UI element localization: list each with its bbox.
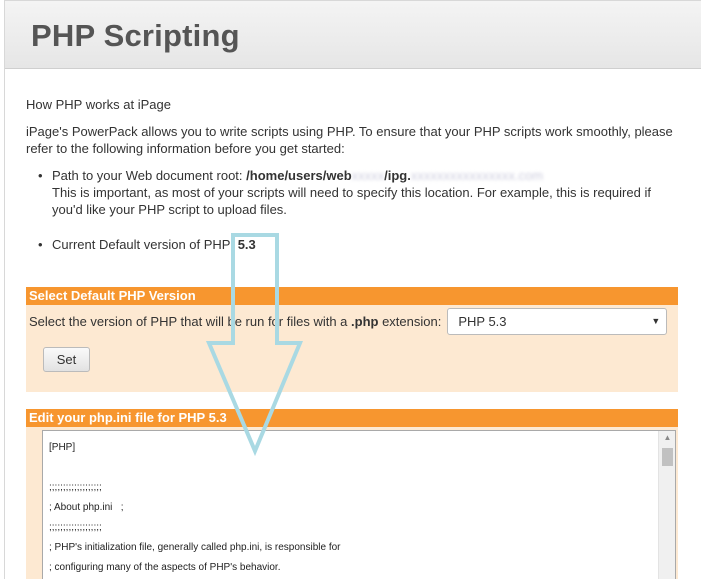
intro-content: How PHP works at iPage iPage's PowerPack… [26, 96, 674, 261]
docroot-label: Path to your Web document root: [52, 168, 247, 183]
page-title: PHP Scripting [31, 18, 240, 53]
chevron-down-icon: ▼ [651, 316, 661, 326]
select-version-header: Select Default PHP Version [26, 287, 678, 305]
ini-line: ;;;;;;;;;;;;;;;;;;; [49, 522, 102, 533]
version-item: Current Default version of PHP: 5.3 [36, 236, 674, 253]
select-label-ext: .php [351, 314, 379, 329]
ini-lines: [PHP] ;;;;;;;;;;;;;;;;;;; ; About php.in… [49, 438, 341, 578]
php-version-selected: PHP 5.3 [458, 314, 507, 329]
info-list: Path to your Web document root: /home/us… [36, 167, 674, 253]
docroot-value-b: /ipg. [384, 168, 411, 183]
ini-line: ; PHP's initialization file, generally c… [49, 542, 341, 553]
scroll-up-icon[interactable]: ▲ [659, 433, 675, 442]
select-label-suffix: extension: [378, 314, 442, 329]
ini-line: ; configuring many of the aspects of PHP… [49, 562, 281, 573]
ini-scrollbar[interactable]: ▲ [658, 431, 675, 579]
ini-line: ;;;;;;;;;;;;;;;;;;; [49, 482, 102, 493]
ini-editor-section: Edit your php.ini file for PHP 5.3 [PHP]… [26, 409, 678, 579]
docroot-note: This is important, as most of your scrip… [52, 185, 651, 217]
scroll-thumb[interactable] [662, 448, 673, 466]
docroot-redacted: xxxxx [351, 168, 385, 183]
version-value: 5.3 [237, 237, 256, 252]
version-label: Current Default version of PHP: [52, 237, 238, 252]
set-button[interactable]: Set [43, 347, 90, 372]
select-version-section: Select Default PHP Version Select the ve… [26, 287, 678, 392]
select-version-row: Select the version of PHP that will be r… [26, 305, 678, 335]
docroot-item: Path to your Web document root: /home/us… [36, 167, 674, 218]
ini-line [49, 458, 341, 478]
intro-text: iPage's PowerPack allows you to write sc… [26, 124, 673, 156]
select-version-label: Select the version of PHP that will be r… [29, 314, 441, 329]
docroot-value-a: /home/users/web [246, 168, 352, 183]
ini-line: ; About php.ini ; [49, 502, 124, 513]
php-version-select[interactable]: PHP 5.3 ▼ [447, 308, 668, 335]
php-ini-textarea[interactable]: [PHP] ;;;;;;;;;;;;;;;;;;; ; About php.in… [42, 430, 676, 579]
page-header: PHP Scripting [5, 1, 701, 69]
docroot-redacted-domain: xxxxxxxxxxxxxxxx.com [410, 168, 544, 183]
ini-line: [PHP] [49, 442, 76, 453]
ini-editor-header: Edit your php.ini file for PHP 5.3 [26, 409, 678, 427]
select-label-prefix: Select the version of PHP that will be r… [29, 314, 352, 329]
intro-heading: How PHP works at iPage [26, 97, 171, 112]
